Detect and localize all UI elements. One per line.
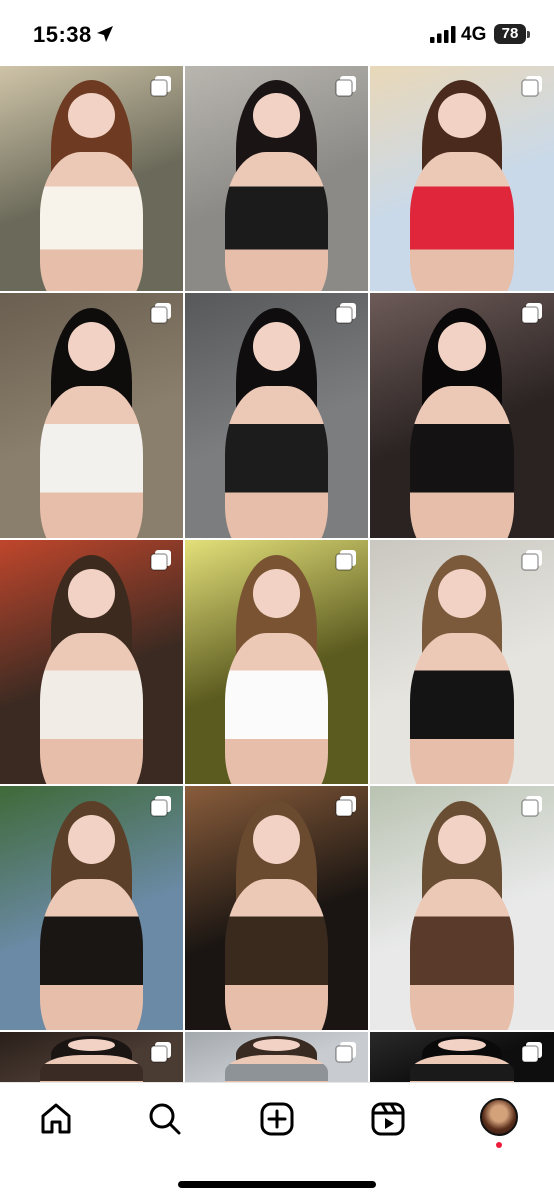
notification-dot xyxy=(496,1142,502,1148)
reels-icon xyxy=(371,1102,405,1136)
photo-subject-body xyxy=(225,878,328,1030)
reels-tab[interactable] xyxy=(368,1099,408,1139)
posts-grid xyxy=(0,66,554,1082)
multiple-photos-icon xyxy=(521,796,542,817)
photo-subject-body xyxy=(410,1054,514,1082)
post-tile[interactable] xyxy=(0,786,183,1030)
photo-subject-face xyxy=(438,322,486,372)
post-tile[interactable] xyxy=(370,293,554,538)
multiple-photos-icon xyxy=(150,796,171,817)
photo-subject-face xyxy=(438,815,486,865)
photo-subject-body xyxy=(410,878,514,1030)
post-tile[interactable] xyxy=(185,1032,368,1082)
home-tab[interactable] xyxy=(36,1099,76,1139)
multiple-photos-icon xyxy=(335,303,356,324)
photo-subject-face xyxy=(67,93,116,138)
network-type: 4G xyxy=(461,24,487,45)
multiple-photos-icon xyxy=(150,76,171,97)
post-tile[interactable] xyxy=(185,786,368,1030)
post-tile[interactable] xyxy=(185,540,368,784)
photo-subject-body xyxy=(225,386,328,538)
create-tab[interactable] xyxy=(257,1099,297,1139)
multiple-photos-icon xyxy=(150,303,171,324)
photo-subject-body xyxy=(225,632,328,784)
photo-subject-body xyxy=(410,386,514,538)
status-time: 15:38 xyxy=(33,22,92,47)
photo-subject-face xyxy=(252,815,301,865)
multiple-photos-icon xyxy=(335,1042,356,1063)
multiple-photos-icon xyxy=(335,76,356,97)
multiple-photos-icon xyxy=(150,550,171,571)
post-tile[interactable] xyxy=(0,540,183,784)
multiple-photos-icon xyxy=(521,550,542,571)
photo-subject-body xyxy=(40,878,143,1030)
post-tile[interactable] xyxy=(0,66,183,291)
create-post-icon xyxy=(260,1102,294,1136)
battery-icon: 78 xyxy=(494,24,526,44)
photo-subject-body xyxy=(410,632,514,784)
multiple-photos-icon xyxy=(335,550,356,571)
photo-subject-body xyxy=(40,386,143,538)
post-tile[interactable] xyxy=(185,66,368,291)
photo-subject-face xyxy=(67,815,116,865)
signal-bars-icon xyxy=(430,26,456,43)
post-tile[interactable] xyxy=(370,540,554,784)
photo-subject-body xyxy=(225,1054,328,1082)
photo-subject-face xyxy=(67,569,116,619)
photo-subject-face xyxy=(252,569,301,619)
battery-level: 78 xyxy=(501,25,519,42)
multiple-photos-icon xyxy=(521,1042,542,1063)
battery-tip xyxy=(527,31,530,38)
photo-subject-body xyxy=(225,151,328,291)
post-tile[interactable] xyxy=(370,1032,554,1082)
multiple-photos-icon xyxy=(150,1042,171,1063)
multiple-photos-icon xyxy=(335,796,356,817)
multiple-photos-icon xyxy=(521,76,542,97)
photo-subject-face xyxy=(438,569,486,619)
post-tile[interactable] xyxy=(0,1032,183,1082)
status-bar: 15:38 4G 78 xyxy=(0,0,554,66)
home-icon xyxy=(41,1103,71,1134)
profile-avatar[interactable] xyxy=(480,1098,518,1136)
instagram-profile-screen: 15:38 4G 78 xyxy=(0,0,554,1200)
home-indicator xyxy=(178,1181,376,1188)
photo-subject-face xyxy=(252,93,301,138)
photo-subject-body xyxy=(40,151,143,291)
search-tab[interactable] xyxy=(145,1099,185,1139)
multiple-photos-icon xyxy=(521,303,542,324)
location-arrow-icon xyxy=(97,26,113,42)
photo-subject-body xyxy=(40,1054,143,1082)
photo-subject-face xyxy=(438,93,486,138)
photo-subject-body xyxy=(40,632,143,784)
post-tile[interactable] xyxy=(370,786,554,1030)
search-icon xyxy=(149,1103,181,1135)
post-tile[interactable] xyxy=(370,66,554,291)
post-tile[interactable] xyxy=(185,293,368,538)
post-tile[interactable] xyxy=(0,293,183,538)
photo-subject-body xyxy=(410,151,514,291)
